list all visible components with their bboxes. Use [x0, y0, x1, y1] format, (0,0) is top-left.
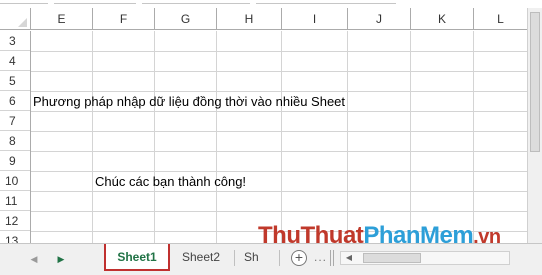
gridline: [31, 131, 527, 132]
top-segment: [0, 0, 48, 4]
tab-sheet2[interactable]: Sheet2: [172, 244, 230, 271]
horizontal-scroll-thumb[interactable]: [363, 253, 421, 263]
select-all-triangle-icon: [18, 18, 27, 27]
gridline: [31, 211, 527, 212]
triangle-left-icon[interactable]: ◀: [27, 252, 41, 266]
triangle-right-icon[interactable]: ▶: [54, 252, 68, 266]
column-header[interactable]: K: [411, 8, 474, 30]
column-header[interactable]: F: [93, 8, 155, 30]
column-header[interactable]: H: [217, 8, 282, 30]
cell-e6[interactable]: Phương pháp nhập dữ liệu đồng thời vào n…: [33, 92, 345, 112]
row-header[interactable]: 11: [0, 191, 30, 211]
row-header[interactable]: 12: [0, 211, 30, 231]
gridline: [31, 51, 527, 52]
vertical-scroll-thumb[interactable]: [530, 12, 540, 152]
column-header[interactable]: L: [474, 8, 527, 30]
vertical-scrollbar[interactable]: [527, 8, 542, 243]
row-header[interactable]: 10: [0, 171, 30, 191]
scroll-left-icon[interactable]: ◀: [343, 252, 355, 264]
gridline: [216, 31, 217, 243]
gridline: [31, 151, 527, 152]
top-segment: [142, 0, 250, 4]
top-strip: [0, 0, 542, 8]
gridline: [347, 31, 348, 243]
cell-f10[interactable]: Chúc các bạn thành công!: [95, 172, 246, 192]
column-header[interactable]: J: [348, 8, 411, 30]
gridline: [410, 31, 411, 243]
top-segment: [256, 0, 396, 4]
watermark-logo: ThuThuatPhanMem.vn: [258, 222, 501, 250]
gridline: [281, 31, 282, 243]
column-header[interactable]: G: [155, 8, 217, 30]
tab-sheet1[interactable]: Sheet1: [104, 244, 170, 271]
plus-circle-icon[interactable]: +: [291, 250, 307, 266]
column-header-bar: E F G H I J K L: [0, 8, 527, 30]
gridline: [473, 31, 474, 243]
select-all-corner[interactable]: [0, 8, 31, 30]
tab-separator: [279, 250, 280, 266]
tab-separator: [234, 250, 235, 266]
row-header[interactable]: 6: [0, 91, 30, 111]
top-segment: [54, 0, 136, 4]
gridline: [31, 71, 527, 72]
gridline: [92, 31, 93, 243]
row-header[interactable]: 4: [0, 51, 30, 71]
row-header[interactable]: 8: [0, 131, 30, 151]
row-header[interactable]: 3: [0, 31, 30, 51]
row-header[interactable]: 5: [0, 71, 30, 91]
row-header[interactable]: 9: [0, 151, 30, 171]
watermark-part1: ThuThuat: [258, 222, 364, 249]
watermark-part3: .vn: [473, 226, 501, 248]
tab-overflow-dots[interactable]: ...: [314, 250, 327, 264]
row-header-bar: 3 4 5 6 7 8 9 10 11 12 13: [0, 31, 31, 251]
watermark-part2: PhanMem: [363, 222, 474, 249]
gridline: [154, 31, 155, 243]
column-header[interactable]: I: [282, 8, 348, 30]
cell-grid[interactable]: Phương pháp nhập dữ liệu đồng thời vào n…: [31, 31, 527, 243]
column-header[interactable]: E: [31, 8, 93, 30]
horizontal-scrollbar[interactable]: ◀: [340, 251, 510, 265]
tab-split-handle[interactable]: [330, 250, 334, 266]
row-header[interactable]: 7: [0, 111, 30, 131]
